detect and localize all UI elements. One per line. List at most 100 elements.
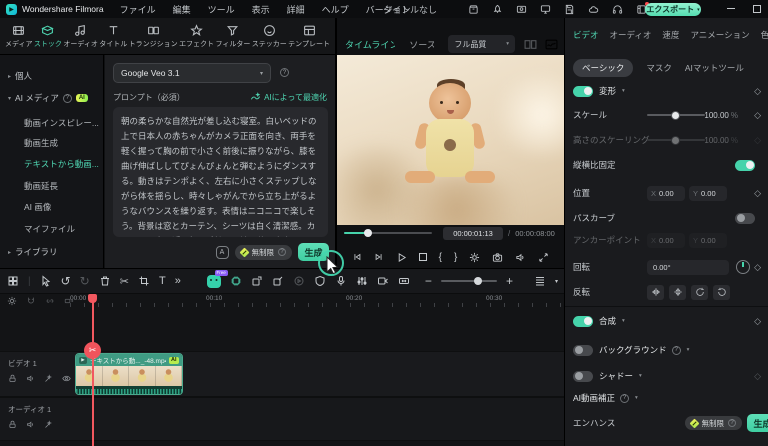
ribbon-tab-titles[interactable]: タイトル xyxy=(99,24,127,49)
slider-handle[interactable] xyxy=(671,110,680,120)
headset-icon[interactable] xyxy=(612,4,623,15)
model-help-icon[interactable]: ? xyxy=(280,68,289,77)
height-scale-slider[interactable] xyxy=(647,135,705,145)
sidebar-group-ai-media[interactable]: ▾ AI メディア? AI xyxy=(8,90,101,106)
tab-source[interactable]: ソース xyxy=(409,38,434,51)
track-effects-icon[interactable] xyxy=(44,420,53,429)
scale-value[interactable]: 100.00% xyxy=(704,111,738,120)
keyframe-diamond-icon[interactable]: ◇ xyxy=(754,110,761,121)
crop-icon[interactable] xyxy=(138,275,150,287)
ai-tools-icon[interactable] xyxy=(230,275,242,287)
preview-settings-icon[interactable] xyxy=(469,252,480,263)
rotate-input[interactable]: 0.00° xyxy=(647,259,729,275)
screen-record-icon[interactable] xyxy=(516,4,527,15)
video-scope-icon[interactable] xyxy=(545,39,558,50)
snap-magnet-icon[interactable] xyxy=(26,296,36,306)
more-tools-icon[interactable]: » xyxy=(175,275,181,287)
tab-video[interactable]: ビデオ xyxy=(573,29,599,41)
display-icon[interactable] xyxy=(540,4,551,15)
snapshot-icon[interactable] xyxy=(492,252,503,263)
mute-icon[interactable] xyxy=(26,420,35,429)
help-icon[interactable]: ? xyxy=(278,248,286,256)
ribbon-tab-stickers[interactable]: ステッカー xyxy=(252,24,287,49)
delete-icon[interactable] xyxy=(99,275,111,287)
hide-track-icon[interactable] xyxy=(62,374,71,383)
model-select[interactable]: Google Veo 3.1 ▾ xyxy=(113,63,271,83)
sidebar-group-library[interactable]: ▸ ライブラリ xyxy=(8,244,101,260)
speed-icon[interactable] xyxy=(377,275,389,287)
split-compare-icon[interactable] xyxy=(524,39,537,50)
aspect-lock-toggle[interactable] xyxy=(735,159,755,171)
video-preview[interactable] xyxy=(337,55,564,225)
zoom-slider-handle[interactable] xyxy=(473,276,482,285)
menu-edit[interactable]: 編集 xyxy=(173,3,191,16)
split-scissors-icon[interactable]: ✂ xyxy=(120,275,129,288)
quality-select[interactable]: フル品質 ▾ xyxy=(448,35,515,53)
media-bin-icon[interactable] xyxy=(468,4,479,15)
chevron-down-icon[interactable]: ▾ xyxy=(622,88,625,94)
path-curve-toggle[interactable] xyxy=(735,212,755,224)
chevron-down-icon[interactable]: ▾ xyxy=(687,347,690,353)
rotation-dial[interactable] xyxy=(736,260,750,274)
seek-bar[interactable] xyxy=(344,229,432,237)
track-manager-icon[interactable] xyxy=(534,275,546,287)
zoom-out-icon[interactable]: − xyxy=(425,274,432,288)
tab-animation[interactable]: アニメーション xyxy=(690,29,749,41)
next-frame-icon[interactable] xyxy=(374,252,384,262)
chevron-down-icon[interactable]: ▾ xyxy=(635,395,638,401)
playhead[interactable] xyxy=(92,294,94,446)
tab-audio[interactable]: オーディオ xyxy=(610,29,652,41)
mark-out-icon[interactable]: } xyxy=(454,252,457,263)
rotate-ccw-button[interactable] xyxy=(713,284,730,300)
export-button[interactable]: エクスポート ▾ xyxy=(645,3,701,16)
window-maximize-button[interactable] xyxy=(753,5,761,13)
sidebar-item-text-to-video[interactable]: テキストから動画... xyxy=(24,156,101,172)
chevron-down-icon[interactable]: ▾ xyxy=(622,318,625,324)
subtab-ai-matte[interactable]: AIマットツール xyxy=(685,62,744,74)
sidebar-item-my-files[interactable]: マイファイル xyxy=(24,221,101,237)
cloud-icon[interactable] xyxy=(588,4,599,15)
ribbon-tab-transitions[interactable]: トランジション xyxy=(129,24,178,49)
fullscreen-icon[interactable] xyxy=(538,252,549,263)
shadow-toggle[interactable] xyxy=(573,370,593,382)
subtab-mask[interactable]: マスク xyxy=(646,62,672,74)
stop-icon[interactable] xyxy=(418,253,427,261)
zoom-in-icon[interactable]: + xyxy=(506,274,513,288)
save-icon[interactable] xyxy=(564,4,575,15)
composite-toggle[interactable] xyxy=(573,315,593,327)
keyframe-icon[interactable] xyxy=(251,275,263,287)
ai-optimize-button[interactable]: AIによって最適化 xyxy=(250,92,327,103)
chevron-down-icon[interactable]: ▾ xyxy=(639,373,642,379)
unlimited-badge[interactable]: 無制限 ? xyxy=(684,416,742,430)
timeline-settings-icon[interactable] xyxy=(7,296,17,306)
menu-view[interactable]: 表示 xyxy=(252,3,270,16)
audio-track[interactable]: オーディオ 1 xyxy=(0,397,565,441)
sidebar-item-ai-image[interactable]: AI 画像 xyxy=(24,199,101,215)
track-effects-icon[interactable] xyxy=(44,374,53,383)
redo-icon[interactable]: ↻ xyxy=(80,274,90,288)
ribbon-tab-audio[interactable]: オーディオ xyxy=(63,24,98,49)
mask-shield-icon[interactable] xyxy=(314,275,326,287)
rotate-cw-button[interactable] xyxy=(691,284,708,300)
tab-color[interactable]: 色 xyxy=(761,29,768,41)
ribbon-tab-media[interactable]: メディア xyxy=(5,24,33,49)
help-icon[interactable]: ? xyxy=(671,345,681,355)
background-toggle[interactable] xyxy=(573,344,593,356)
enhance-generate-button[interactable]: 生成 xyxy=(747,414,768,432)
window-minimize-button[interactable] xyxy=(727,8,735,9)
ribbon-tab-filters[interactable]: フィルター xyxy=(215,24,250,49)
undo-icon[interactable]: ↺ xyxy=(61,274,71,288)
position-y-input[interactable]: Y 0.00 xyxy=(689,185,727,201)
menu-tools[interactable]: ツール xyxy=(208,3,235,16)
fit-timeline-icon[interactable] xyxy=(398,275,410,287)
flip-vertical-button[interactable] xyxy=(669,284,686,300)
chevron-down-icon[interactable]: ▾ xyxy=(555,278,558,285)
lock-icon[interactable] xyxy=(8,420,17,429)
position-x-input[interactable]: X 0.00 xyxy=(647,185,685,201)
menu-file[interactable]: ファイル xyxy=(120,3,156,16)
subtab-basic[interactable]: ベーシック xyxy=(573,59,634,77)
timeline-tracks[interactable]: ビデオ 1 オーディオ 1 ▶ テキストから動..._-48.mp4 AI xyxy=(0,308,565,446)
grid-view-icon[interactable] xyxy=(7,275,19,287)
sidebar-group-personal[interactable]: ▸ 個人 xyxy=(8,68,101,84)
help-icon[interactable]: ? xyxy=(62,93,72,103)
